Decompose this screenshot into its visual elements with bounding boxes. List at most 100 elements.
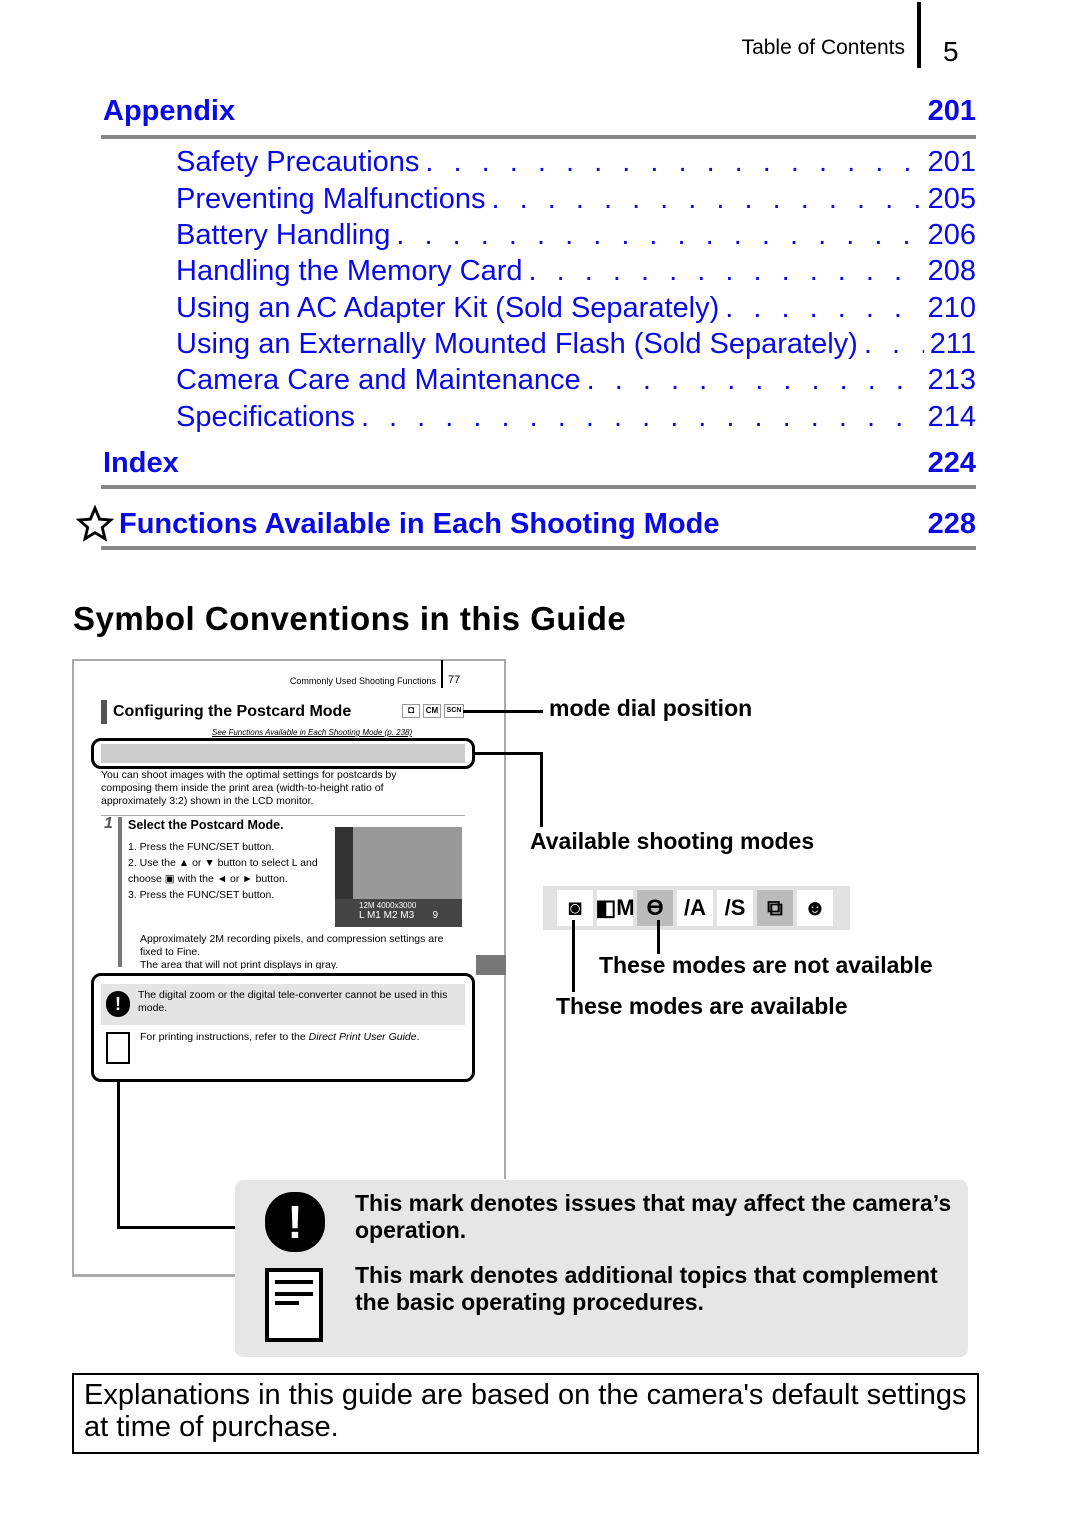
toc-leader [425, 146, 921, 179]
bullet: The area that will not print displays in… [140, 959, 339, 969]
toc-entry-label: Specifications [176, 401, 355, 433]
notes-legend: ! This mark denotes issues that may affe… [235, 1180, 968, 1357]
stitch-assist-icon: ⧉ [757, 890, 793, 926]
leader-line [117, 1082, 120, 1229]
toc-index[interactable]: Index 224 [103, 447, 976, 480]
color-accent-icon: /A [677, 890, 713, 926]
default-settings-note: Explanations in this guide are based on … [72, 1373, 979, 1454]
face-icon: ☻ [797, 890, 833, 926]
toc-entry-label: Battery Handling [176, 219, 391, 251]
toc-leader [396, 219, 921, 252]
leader-line [117, 1226, 239, 1229]
sample-see-ref: See Functions Available in Each Shooting… [212, 728, 413, 737]
toc-entry-page: 210 [927, 292, 976, 324]
toc-leader [864, 328, 924, 361]
toc-entry-page: 213 [927, 364, 976, 396]
sample-bullets: Approximately 2M recording pixels, and c… [128, 933, 463, 969]
toc-entry[interactable]: Preventing Malfunctions 205 [176, 183, 976, 216]
toc-entry-page: 208 [927, 255, 976, 287]
memo-icon [106, 1032, 130, 1064]
page-number: 5 [943, 36, 959, 67]
bullet: Approximately 2M recording pixels, and c… [140, 933, 444, 958]
toc-entry-page: 214 [927, 401, 976, 433]
lcd-resolution: 12M 4000x3000 [359, 901, 417, 910]
toc-leader [361, 401, 922, 434]
toc-functions-label: Functions Available in Each Shooting Mod… [119, 508, 720, 540]
toc-index-page: 224 [927, 447, 976, 479]
label-available-modes: Available shooting modes [530, 828, 815, 854]
lcd-count: 9 [432, 910, 438, 921]
page-tab [476, 955, 506, 975]
caution-icon: ! [265, 1192, 325, 1252]
toc-functions-page: 228 [927, 508, 976, 540]
sample-title: Configuring the Postcard Mode [113, 703, 352, 720]
leader-line [540, 752, 543, 827]
sample-step-number: 1 [104, 815, 113, 832]
sample-intro: You can shoot images with the optimal se… [101, 769, 397, 807]
toc-entry[interactable]: Using an Externally Mounted Flash (Sold … [176, 328, 976, 361]
toc-entry[interactable]: Camera Care and Maintenance 213 [176, 364, 976, 397]
toc-functions[interactable]: Functions Available in Each Shooting Mod… [119, 508, 976, 541]
caution-icon: ! [106, 991, 130, 1017]
camera-icon: ◘ [402, 704, 420, 718]
toc-entry[interactable]: Handling the Memory Card 208 [176, 255, 976, 288]
memo-note: This mark denotes additional topics that… [355, 1262, 938, 1315]
toc-entry-label: Safety Precautions [176, 146, 420, 178]
toc-entry[interactable]: Using an AC Adapter Kit (Sold Separately… [176, 292, 976, 325]
running-header: Table of Contents [741, 36, 905, 59]
camera-icon: ◙ [557, 890, 593, 926]
label-available: These modes are available [556, 993, 848, 1019]
color-swap-icon: /S [717, 890, 753, 926]
toc-leader [725, 292, 921, 325]
scn-mode-icon: SCN [444, 704, 464, 718]
toc-appendix[interactable]: Appendix 201 [103, 95, 976, 128]
divider [101, 546, 976, 550]
divider [101, 135, 976, 139]
cm-mode-icon: ◧M [595, 890, 635, 926]
toc-leader [587, 364, 922, 397]
toc-entry[interactable]: Battery Handling 206 [176, 219, 976, 252]
toc-entry-page: 206 [927, 219, 976, 251]
memo-text: For printing instructions, refer to the … [140, 1031, 420, 1043]
toc-entry[interactable]: Safety Precautions 201 [176, 146, 976, 179]
sample-steps: 1. Press the FUNC/SET button. 2. Use the… [128, 839, 328, 903]
header-divider [917, 2, 921, 68]
toc-index-label: Index [103, 447, 179, 479]
step-2: 2. Use the ▲ or ▼ button to select L and… [128, 857, 318, 885]
sample-title-bar [101, 700, 107, 724]
label-not-available: These modes are not available [599, 952, 933, 978]
sample-caution: ! The digital zoom or the digital tele-c… [101, 984, 465, 1025]
step-bar [118, 817, 122, 967]
toc-entry-label: Preventing Malfunctions [176, 183, 486, 215]
toc-entry-page: 211 [929, 328, 976, 360]
leader-line [657, 920, 660, 954]
leader-line [463, 710, 543, 713]
sample-step-title: Select the Postcard Mode. [128, 818, 284, 832]
toc-entry-label: Handling the Memory Card [176, 255, 523, 287]
divider [101, 815, 465, 816]
toc-entry-page: 201 [927, 146, 976, 178]
leader-line [474, 752, 542, 755]
toc-entry[interactable]: Specifications 214 [176, 401, 976, 434]
memo-icon [265, 1268, 323, 1342]
toc-appendix-label: Appendix [103, 95, 236, 127]
sample-page-number: 77 [448, 674, 461, 686]
section-title: Symbol Conventions in this Guide [73, 600, 627, 637]
sample-mode-icons: ◘ CM SCN [402, 704, 465, 718]
caution-note: This mark denotes issues that may affect… [355, 1190, 952, 1243]
star-icon [76, 505, 114, 542]
lcd-sizes: L M1 M2 M3 [359, 910, 415, 921]
toc-entry-label: Using an AC Adapter Kit (Sold Separately… [176, 292, 720, 324]
leader-line [572, 920, 575, 992]
sample-header: Commonly Used Shooting Functions [289, 676, 436, 686]
cm-mode-icon: CM [423, 704, 441, 718]
step-1: 1. Press the FUNC/SET button. [128, 841, 275, 853]
step-3: 3. Press the FUNC/SET button. [128, 889, 275, 901]
portrait-mode-icon: Ɵ [637, 890, 673, 926]
toc-entry-label: Camera Care and Maintenance [176, 364, 581, 396]
sample-page-edge [72, 1275, 242, 1277]
divider [101, 485, 976, 489]
sample-header-divider [441, 660, 443, 688]
label-mode-dial: mode dial position [549, 695, 753, 721]
toc-leader [492, 183, 922, 216]
